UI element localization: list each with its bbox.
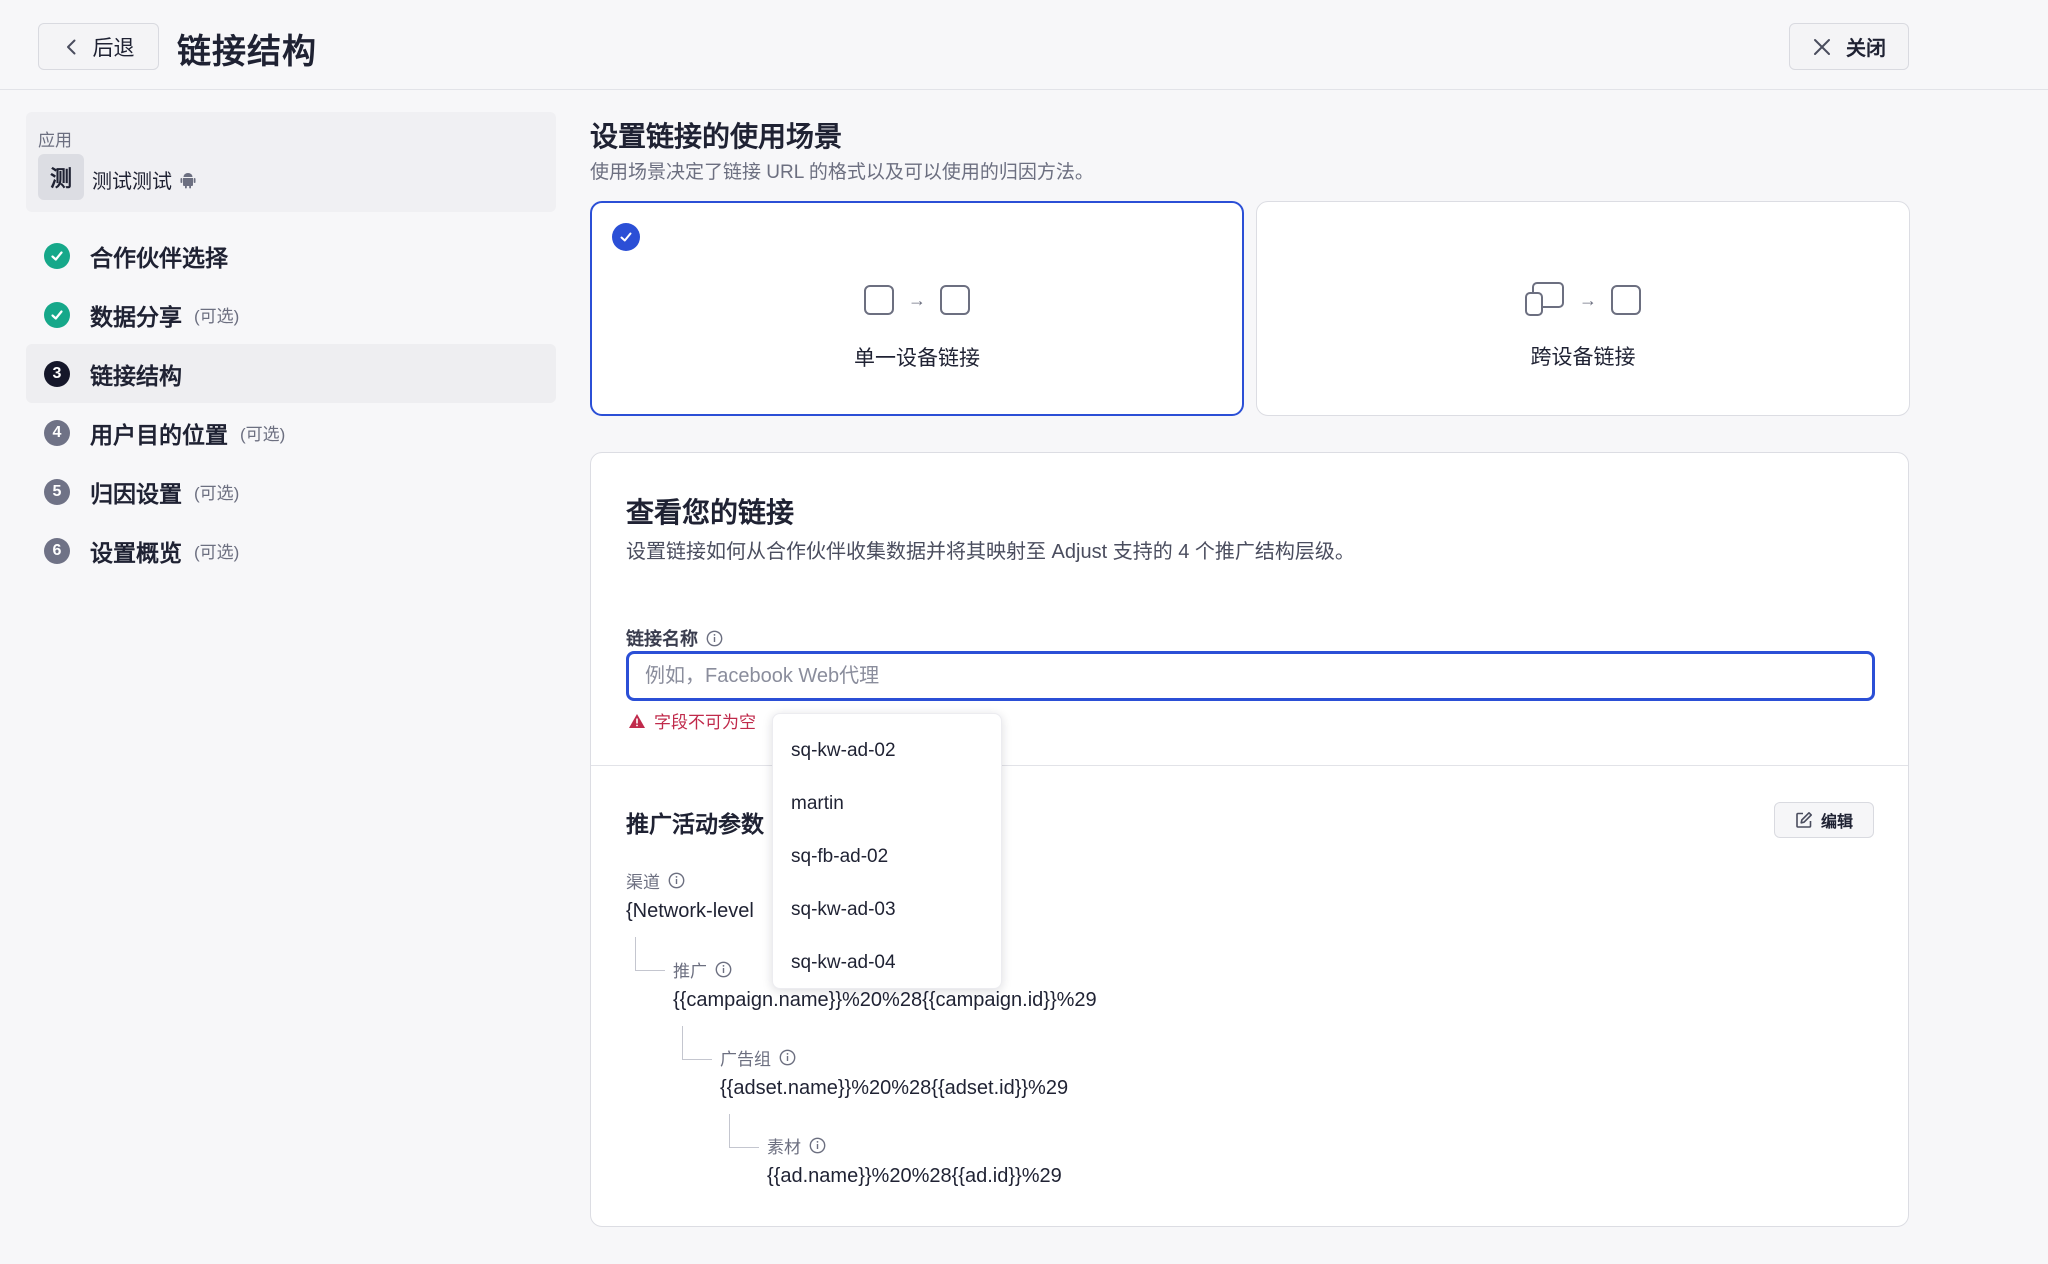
scenario-single-device[interactable]: → 单一设备链接 — [590, 201, 1244, 416]
creative-label: 素材 — [767, 1138, 801, 1157]
campaign-label-row: 推广 — [673, 957, 732, 982]
chevron-left-icon — [66, 39, 75, 54]
close-button[interactable]: 关闭 — [1789, 23, 1909, 70]
device-icon — [864, 285, 894, 315]
device-icon — [1611, 285, 1641, 315]
single-device-diagram: → — [592, 285, 1242, 315]
step-number-badge: 6 — [44, 537, 70, 564]
wizard-steps: 合作伙伴选择 数据分享 (可选) 3 链接结构 4 用户目的位置 (可选) 5 … — [26, 226, 556, 580]
campaign-value: {{campaign.name}}%20%28{{campaign.id}}%2… — [673, 989, 1097, 1011]
close-icon — [1814, 38, 1830, 55]
scenario-section-title: 设置链接的使用场景 — [590, 121, 843, 152]
back-button[interactable]: 后退 — [38, 23, 159, 70]
android-icon — [180, 172, 196, 188]
adgroup-value: {{adset.name}}%20%28{{adset.id}}%29 — [720, 1077, 1069, 1099]
step-number-badge: 4 — [44, 419, 70, 446]
dropdown-option[interactable]: sq-kw-ad-04 — [773, 936, 1001, 989]
link-name-error: 字段不可为空 — [628, 708, 756, 733]
step-optional-tag: (可选) — [240, 425, 286, 444]
scenario-cross-device[interactable]: → 跨设备链接 — [1256, 201, 1910, 416]
error-text: 字段不可为空 — [654, 713, 756, 732]
info-icon[interactable] — [779, 1049, 796, 1066]
cross-device-diagram: → — [1257, 282, 1909, 318]
step-partner-selection[interactable]: 合作伙伴选择 — [26, 226, 556, 285]
tree-connector — [635, 937, 665, 971]
creative-label-row: 素材 — [767, 1133, 826, 1158]
arrow-right-icon: → — [908, 289, 926, 310]
link-name-label-row: 链接名称 — [626, 625, 723, 651]
tree-connector — [682, 1026, 712, 1060]
multi-device-icon — [1525, 282, 1564, 316]
step-done-badge — [44, 301, 70, 328]
page-title: 链接结构 — [177, 33, 317, 71]
scenario-section-description: 使用场景决定了链接 URL 的格式以及可以使用的归因方法。 — [590, 162, 1094, 183]
step-optional-tag: (可选) — [194, 543, 240, 562]
check-icon — [51, 250, 63, 261]
creative-value: {{ad.name}}%20%28{{ad.id}}%29 — [767, 1165, 1062, 1187]
edit-icon — [1796, 812, 1812, 828]
device-icon — [940, 285, 970, 315]
info-icon[interactable] — [715, 961, 732, 978]
edit-button[interactable]: 编辑 — [1774, 802, 1874, 838]
dropdown-option[interactable]: martin — [773, 777, 1001, 830]
link-card-title: 查看您的链接 — [626, 497, 795, 528]
arrow-right-icon: → — [1579, 289, 1597, 310]
step-label: 用户目的位置 — [90, 421, 228, 448]
channel-value: {Network-level — [626, 900, 754, 922]
adgroup-label-row: 广告组 — [720, 1045, 796, 1070]
dropdown-option[interactable]: sq-kw-ad-02 — [773, 724, 1001, 777]
step-done-badge — [44, 242, 70, 269]
link-card-description: 设置链接如何从合作伙伴收集数据并将其映射至 Adjust 支持的 4 个推广结构… — [626, 541, 1355, 563]
check-icon — [620, 232, 632, 242]
link-name-suggestions-dropdown: sq-kw-ad-02 martin sq-fb-ad-02 sq-kw-ad-… — [772, 713, 1002, 989]
step-attribution-settings[interactable]: 5 归因设置 (可选) — [26, 462, 556, 521]
check-icon — [51, 309, 63, 320]
channel-label: 渠道 — [626, 873, 660, 892]
step-label: 数据分享 — [90, 303, 182, 330]
step-label: 链接结构 — [90, 362, 182, 389]
selected-check-icon — [612, 223, 640, 251]
app-name: 测试测试 — [92, 171, 172, 193]
step-link-structure[interactable]: 3 链接结构 — [26, 344, 556, 403]
link-name-input[interactable] — [626, 651, 1875, 701]
info-icon[interactable] — [809, 1137, 826, 1154]
step-label: 设置概览 — [90, 539, 182, 566]
back-button-label: 后退 — [92, 36, 135, 60]
step-label: 合作伙伴选择 — [90, 244, 228, 271]
step-optional-tag: (可选) — [194, 307, 240, 326]
app-avatar: 测 — [38, 154, 84, 200]
campaign-label: 推广 — [673, 962, 707, 981]
scenario-label: 单一设备链接 — [854, 347, 980, 370]
channel-label-row: 渠道 — [626, 868, 685, 893]
close-button-label: 关闭 — [1846, 38, 1886, 60]
step-data-sharing[interactable]: 数据分享 (可选) — [26, 285, 556, 344]
link-name-label: 链接名称 — [626, 629, 698, 649]
campaign-params-title: 推广活动参数 — [626, 811, 764, 837]
app-name-row: 测试测试 — [92, 165, 196, 194]
info-icon[interactable] — [668, 872, 685, 889]
adgroup-label: 广告组 — [720, 1050, 771, 1069]
warning-icon — [629, 713, 645, 728]
step-number-badge: 5 — [44, 478, 70, 505]
step-label: 归因设置 — [90, 480, 182, 507]
dropdown-option[interactable]: sq-fb-ad-02 — [773, 830, 1001, 883]
top-header: 后退 链接结构 关闭 — [0, 0, 2048, 90]
info-icon[interactable] — [706, 630, 723, 647]
app-card: 应用 测 测试测试 — [26, 112, 556, 212]
scenario-label: 跨设备链接 — [1530, 346, 1636, 369]
step-number-badge: 3 — [44, 360, 70, 387]
step-setup-overview[interactable]: 6 设置概览 (可选) — [26, 521, 556, 580]
dropdown-option[interactable]: sq-kw-ad-03 — [773, 883, 1001, 936]
app-label: 应用 — [38, 131, 72, 150]
edit-button-label: 编辑 — [1820, 814, 1853, 831]
step-user-destination[interactable]: 4 用户目的位置 (可选) — [26, 403, 556, 462]
step-optional-tag: (可选) — [194, 484, 240, 503]
tree-connector — [729, 1114, 759, 1148]
